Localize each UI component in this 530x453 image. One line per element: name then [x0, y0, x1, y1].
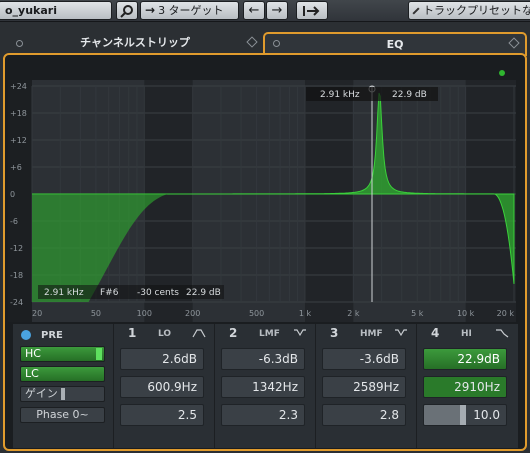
tab-eq-label: EQ [386, 38, 404, 51]
x-tick-label: 20 [32, 309, 42, 318]
arrow-left-icon: ← [248, 3, 260, 18]
tab-dot-icon [16, 40, 23, 47]
band-q-field[interactable]: 2.3 [221, 404, 305, 426]
cursor-gain: 22.9 dB [392, 90, 427, 100]
export-button[interactable] [296, 1, 328, 20]
band-header: 2 LMF [215, 326, 315, 342]
band-freq-field[interactable]: 600.9Hz [120, 376, 204, 398]
channel-name-field[interactable]: o_yukari [0, 1, 112, 20]
phase-button[interactable]: Phase 0~ [20, 407, 105, 423]
tab-row: チャンネルストリップ EQ [0, 32, 530, 56]
target-button[interactable]: → 3 ターゲット [140, 1, 239, 20]
y-tick-label: +6 [10, 163, 22, 172]
x-tick-label: 200 [185, 309, 200, 318]
band-gain-field[interactable]: 22.9dB [423, 348, 507, 370]
band-header: 4 HI [417, 326, 517, 342]
hc-toggle[interactable]: HC [20, 346, 105, 362]
band-gain-field[interactable]: 2.6dB [120, 348, 204, 370]
search-button[interactable] [116, 1, 138, 20]
band-name[interactable]: HMF [360, 329, 383, 339]
band-header: 1 LO [114, 326, 214, 342]
band-gain-field[interactable]: -6.3dB [221, 348, 305, 370]
arrow-right-icon: → [145, 3, 156, 17]
arrow-right-icon: → [271, 3, 283, 18]
x-tick-label: 10 k [457, 309, 475, 318]
graph-shade-column [353, 80, 466, 322]
gain-label: ゲイン [25, 387, 58, 400]
readout-freq: 2.91 kHz [44, 288, 84, 298]
y-tick-label: -18 [10, 271, 23, 280]
readout-note: F#6 [100, 288, 119, 298]
x-tick-label: 500 [249, 309, 264, 318]
gain-slider[interactable]: ゲイン [20, 386, 105, 402]
band-freq-field[interactable]: 1342Hz [221, 376, 305, 398]
band-gain-field[interactable]: -3.6dB [322, 348, 406, 370]
y-tick-label: -6 [10, 217, 18, 226]
pre-header: PRE [21, 328, 63, 342]
band-header: 3 HMF [316, 326, 416, 342]
shelf-high-icon[interactable] [495, 328, 509, 338]
target-label: 3 ターゲット [158, 4, 224, 17]
nav-forward-button[interactable]: → [266, 1, 288, 20]
tab-channel-strip-label: チャンネルストリップ [80, 36, 190, 49]
band-number: 4 [431, 326, 440, 340]
band-1: 1 LO 2.6dB 600.9Hz 2.5 [114, 324, 214, 448]
lc-toggle[interactable]: LC [20, 366, 105, 382]
band-freq-field[interactable]: 2910Hz [423, 376, 507, 398]
track-preset-label: トラックプリセットなし [423, 4, 530, 17]
shelf-low-icon[interactable] [192, 328, 206, 338]
x-tick-label: 50 [91, 309, 101, 318]
band-number: 3 [330, 326, 339, 340]
bell-icon[interactable] [394, 328, 408, 338]
band-number: 1 [128, 326, 137, 340]
band-name[interactable]: HI [461, 329, 472, 339]
x-tick-label: 100 [137, 309, 152, 318]
band-name[interactable]: LO [158, 329, 171, 339]
tab-diamond-icon [246, 36, 258, 48]
band-freq-field[interactable]: 2589Hz [322, 376, 406, 398]
band-2: 2 LMF -6.3dB 1342Hz 2.3 [215, 324, 315, 448]
search-icon [120, 4, 133, 18]
pre-power-icon[interactable] [21, 330, 31, 340]
band-q-field[interactable]: 10.0 [423, 404, 507, 426]
band-3: 3 HMF -3.6dB 2589Hz 2.8 [316, 324, 416, 448]
pre-section: PRE HC LC ゲイン Phase 0~ [13, 324, 111, 448]
phase-label: Phase 0~ [36, 408, 89, 421]
lc-label: LC [25, 367, 39, 380]
bell-icon[interactable] [293, 328, 307, 338]
track-preset-button[interactable]: トラックプリセットなし [408, 1, 530, 20]
band-name[interactable]: LMF [259, 329, 280, 339]
y-tick-label: +24 [10, 82, 27, 91]
readout-cents: -30 cents [137, 288, 179, 298]
cursor-freq: 2.91 kHz [320, 90, 360, 100]
top-toolbar: o_yukari → 3 ターゲット ← → トラックプリセットなし [0, 0, 530, 22]
hc-label: HC [25, 347, 41, 360]
band-number: 2 [229, 326, 238, 340]
hc-led [96, 348, 102, 360]
eq-graph[interactable]: +24 +18 +12 +6 0 -6 -12 -18 -24 20 50 100 200 500 1 k… [8, 80, 516, 322]
tab-diamond-icon [508, 37, 520, 49]
preset-diamond-icon [412, 6, 420, 15]
y-tick-label: 0 [10, 190, 15, 199]
readout-gain: 22.9 dB [186, 288, 221, 298]
tab-dot-icon [273, 40, 280, 47]
band-controls: PRE HC LC ゲイン Phase 0~ 1 LO 2.6dB 600.9H… [13, 324, 518, 448]
x-tick-label: 5 k [411, 309, 424, 318]
x-tick-label: 2 k [347, 309, 360, 318]
y-tick-label: +18 [10, 109, 27, 118]
eq-active-indicator [499, 70, 505, 76]
gain-slider-handle[interactable] [61, 388, 65, 400]
y-tick-label: +12 [10, 136, 27, 145]
x-tick-label: 1 k [299, 309, 312, 318]
export-icon [303, 5, 320, 16]
nav-back-button[interactable]: ← [243, 1, 265, 20]
band-q-field[interactable]: 2.8 [322, 404, 406, 426]
band-4: 4 HI 22.9dB 2910Hz 10.0 [417, 324, 517, 448]
x-tick-label: 20 k [497, 309, 515, 318]
y-tick-label: -12 [10, 244, 23, 253]
band-q-field[interactable]: 2.5 [120, 404, 204, 426]
pre-label: PRE [41, 329, 63, 341]
y-tick-label: -24 [10, 298, 23, 307]
